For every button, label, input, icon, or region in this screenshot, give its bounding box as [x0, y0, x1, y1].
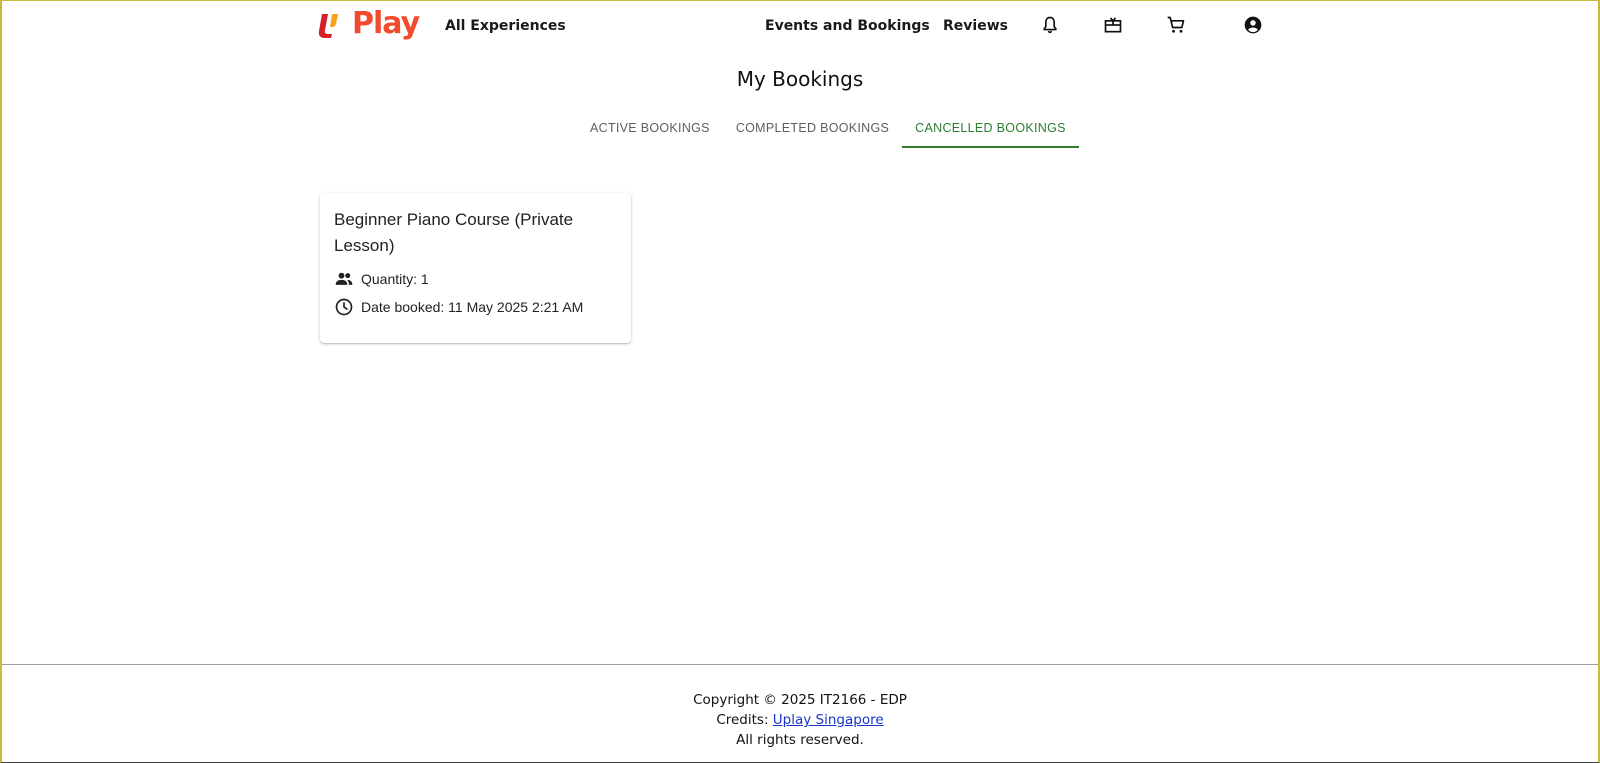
- footer: Copyright © 2025 IT2166 - EDP Credits: U…: [2, 664, 1598, 763]
- booking-date: Date booked: 11 May 2025 2:21 AM: [361, 299, 584, 315]
- nav-reviews[interactable]: Reviews: [943, 16, 1008, 36]
- booking-quantity-row: Quantity: 1: [334, 265, 617, 293]
- tab-active-bookings[interactable]: Active Bookings: [577, 110, 723, 148]
- top-navbar: Play All Experiences Events and Bookings…: [0, 0, 1600, 52]
- booking-card[interactable]: Beginner Piano Course (Private Lesson) Q…: [320, 193, 631, 343]
- booking-quantity: Quantity: 1: [361, 271, 429, 287]
- clock-icon: [334, 297, 354, 317]
- uplay-logo[interactable]: Play: [318, 6, 420, 42]
- booking-date-row: Date booked: 11 May 2025 2:21 AM: [334, 293, 617, 321]
- footer-rights: All rights reserved.: [736, 732, 864, 748]
- page-title: My Bookings: [736, 67, 864, 91]
- uplay-logo-text: Play: [352, 6, 420, 41]
- footer-credits-label: Credits:: [716, 712, 773, 728]
- tab-completed-bookings[interactable]: Completed Bookings: [723, 110, 902, 148]
- people-icon: [334, 269, 354, 289]
- footer-credits-link[interactable]: Uplay Singapore: [773, 712, 884, 728]
- gift-card-icon: [1103, 15, 1123, 39]
- notifications-button[interactable]: [1038, 15, 1062, 39]
- booking-tabs: Active Bookings Completed Bookings Cance…: [577, 110, 1079, 148]
- footer-copyright: Copyright © 2025 IT2166 - EDP: [693, 692, 907, 708]
- gift-card-button[interactable]: [1101, 15, 1125, 39]
- cart-icon: [1166, 15, 1186, 39]
- footer-credits: Credits: Uplay Singapore: [2, 710, 1598, 730]
- nav-all-experiences[interactable]: All Experiences: [445, 16, 566, 36]
- tab-cancelled-bookings[interactable]: Cancelled Bookings: [902, 110, 1079, 148]
- account-button[interactable]: [1241, 15, 1265, 39]
- booking-title: Beginner Piano Course (Private Lesson): [334, 210, 574, 255]
- account-circle-icon: [1243, 15, 1263, 39]
- bell-icon: [1040, 15, 1060, 39]
- cart-button[interactable]: [1164, 15, 1188, 39]
- uplay-logo-mark: [318, 10, 348, 38]
- nav-events-and-bookings[interactable]: Events and Bookings: [765, 16, 930, 36]
